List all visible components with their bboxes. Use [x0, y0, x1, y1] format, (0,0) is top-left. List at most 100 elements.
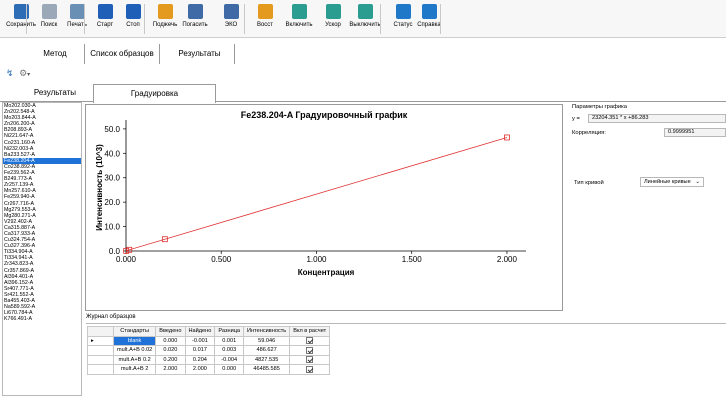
table-row[interactable]: mult.A+B 0.2 0.200 0.204 -0.004 4827.535: [87, 354, 331, 365]
column-header[interactable]: Введено: [155, 326, 186, 337]
table-cell: mult.A+B 0.02: [112, 345, 157, 356]
tab-results[interactable]: Результаты: [165, 44, 235, 64]
toolbar-button-label: Погасить: [182, 22, 208, 28]
column-header[interactable]: Найдено: [184, 326, 216, 337]
toolbar-button-label: ЭКО: [224, 22, 238, 28]
table-cell: blank: [112, 335, 157, 346]
table-corner: [87, 326, 114, 337]
params-title: Параметры графика: [572, 104, 627, 110]
column-header[interactable]: Стандарты: [112, 326, 157, 337]
search-doc-icon: [41, 4, 57, 19]
table-cell: 4827.535: [243, 354, 291, 365]
table-cell: 0.200: [155, 354, 186, 365]
x-tick-label: 1.000: [306, 255, 327, 264]
info-icon: [395, 4, 411, 19]
toolbar-button-5[interactable]: Поджечь: [148, 2, 182, 36]
table-cell: 0.017: [184, 345, 216, 356]
sub-tabs: Результаты Градуировка: [0, 84, 726, 103]
row-header[interactable]: [87, 364, 114, 375]
table-row[interactable]: mult.A+B 2 2.000 2.000 0.000 46485.585: [87, 364, 331, 375]
include-checkbox[interactable]: [306, 337, 314, 345]
flame-off-icon: [187, 4, 203, 19]
include-checkbox[interactable]: [306, 346, 314, 354]
journal-title: Журнал образцов: [86, 314, 136, 320]
include-checkbox-cell[interactable]: [289, 364, 331, 375]
include-checkbox-cell[interactable]: [289, 354, 331, 365]
equation-label: y =: [572, 116, 580, 122]
correlation-label: Корреляция:: [572, 130, 606, 136]
sample-list[interactable]: Mo202.030-A Zn202.548-A Mo203.844-A Zn206.2…: [2, 102, 82, 396]
restore-icon: [257, 4, 273, 19]
table-cell: 0.204: [184, 354, 216, 365]
toolbar-button-10[interactable]: Ускор: [316, 2, 350, 36]
include-checkbox[interactable]: [306, 356, 314, 364]
toolbar-button-7[interactable]: ЭКО: [214, 2, 248, 36]
toolbar-button-label: Восст: [256, 22, 274, 28]
column-header[interactable]: Интенсивность: [243, 326, 291, 337]
table-cell: 0.000: [214, 364, 245, 375]
toolbar-separator: [380, 4, 381, 34]
curve-type-label: Тип кривой: [574, 180, 604, 186]
table-cell: 2.000: [184, 364, 216, 375]
table-cell: 0.020: [155, 345, 186, 356]
options-icon[interactable]: ⚙: [19, 68, 27, 78]
sub-toolbar: ↯ ⚙▾: [6, 68, 30, 82]
toolbar-separator: [144, 4, 145, 34]
power-on-icon: [291, 4, 307, 19]
y-tick-label: 50.0: [104, 125, 120, 134]
y-tick-label: 20.0: [104, 198, 120, 207]
y-tick-label: 10.0: [104, 223, 120, 232]
stop-icon: [125, 4, 141, 19]
toolbar-separator: [440, 4, 441, 34]
toolbar-button-label: Поджечь: [152, 22, 178, 28]
table-cell: 0.001: [214, 335, 245, 346]
toolbar-separator: [84, 4, 85, 34]
journal-grid: Стандарты Введено Найдено Разница Интенсивно…: [86, 323, 726, 396]
play-icon: [97, 4, 113, 19]
sample-list-item[interactable]: K766.491-A: [3, 316, 81, 322]
sample-journal: Журнал образцов Стандарты Введено Найдено Р…: [85, 314, 726, 396]
subtab-results[interactable]: Результаты: [20, 84, 90, 102]
toolbar-button-6[interactable]: Погасить: [178, 2, 212, 36]
row-header[interactable]: [87, 345, 114, 356]
dropdown-arrow-icon[interactable]: ▾: [27, 72, 30, 78]
subtab-calibration[interactable]: Градуировка: [93, 84, 216, 103]
toolbar-separator: [244, 4, 245, 34]
curve-type-value: Линейные кривые: [644, 179, 691, 185]
table-cell: mult.A+B 2: [112, 364, 157, 375]
curve-type-select[interactable]: Линейные кривые ⌄: [640, 177, 704, 187]
toolbar-button-11[interactable]: Выключить: [348, 2, 382, 36]
table-cell: mult.A+B 0.2: [112, 354, 157, 365]
journal-table: Стандарты Введено Найдено Разница Интенсивно…: [87, 326, 331, 375]
column-header[interactable]: Разница: [214, 326, 245, 337]
correlation-field: 0.9999951: [664, 128, 726, 137]
fit-line: [125, 137, 508, 252]
table-row[interactable]: mult.A+B 0.02 0.020 0.017 0.003 486.627: [87, 345, 331, 356]
eco-icon: [223, 4, 239, 19]
x-tick-label: 0.500: [211, 255, 232, 264]
toolbar-button-label: Выключить: [349, 22, 381, 28]
table-cell: 59.046: [243, 335, 291, 346]
table-cell: 2.000: [155, 364, 186, 375]
accelerate-icon: [325, 4, 341, 19]
table-row[interactable]: ▸ blank 0.000 -0.001 0.001 59.046: [87, 335, 331, 346]
table-cell: -0.001: [184, 335, 216, 346]
tab-sample-list[interactable]: Список образцов: [84, 44, 160, 64]
flame-icon: [157, 4, 173, 19]
refresh-icon[interactable]: ↯: [6, 68, 14, 78]
column-header[interactable]: Вкл в расчет: [289, 326, 331, 337]
include-checkbox[interactable]: [306, 365, 314, 373]
row-header[interactable]: ▸: [87, 335, 114, 346]
include-checkbox-cell[interactable]: [289, 335, 331, 346]
include-checkbox-cell[interactable]: [289, 345, 331, 356]
chart-title: Fe238.204-A Градуировочный график: [241, 110, 408, 120]
tab-method[interactable]: Метод: [30, 44, 80, 64]
toolbar-button-9[interactable]: Включить: [282, 2, 316, 36]
table-cell: 486.627: [243, 345, 291, 356]
x-tick-label: 2.000: [497, 255, 518, 264]
row-header[interactable]: [87, 354, 114, 365]
x-tick-label: 0.000: [116, 255, 137, 264]
y-axis-label: Интенсивность (10^3): [95, 144, 104, 231]
table-cell: -0.004: [214, 354, 245, 365]
toolbar-button-8[interactable]: Восст: [248, 2, 282, 36]
